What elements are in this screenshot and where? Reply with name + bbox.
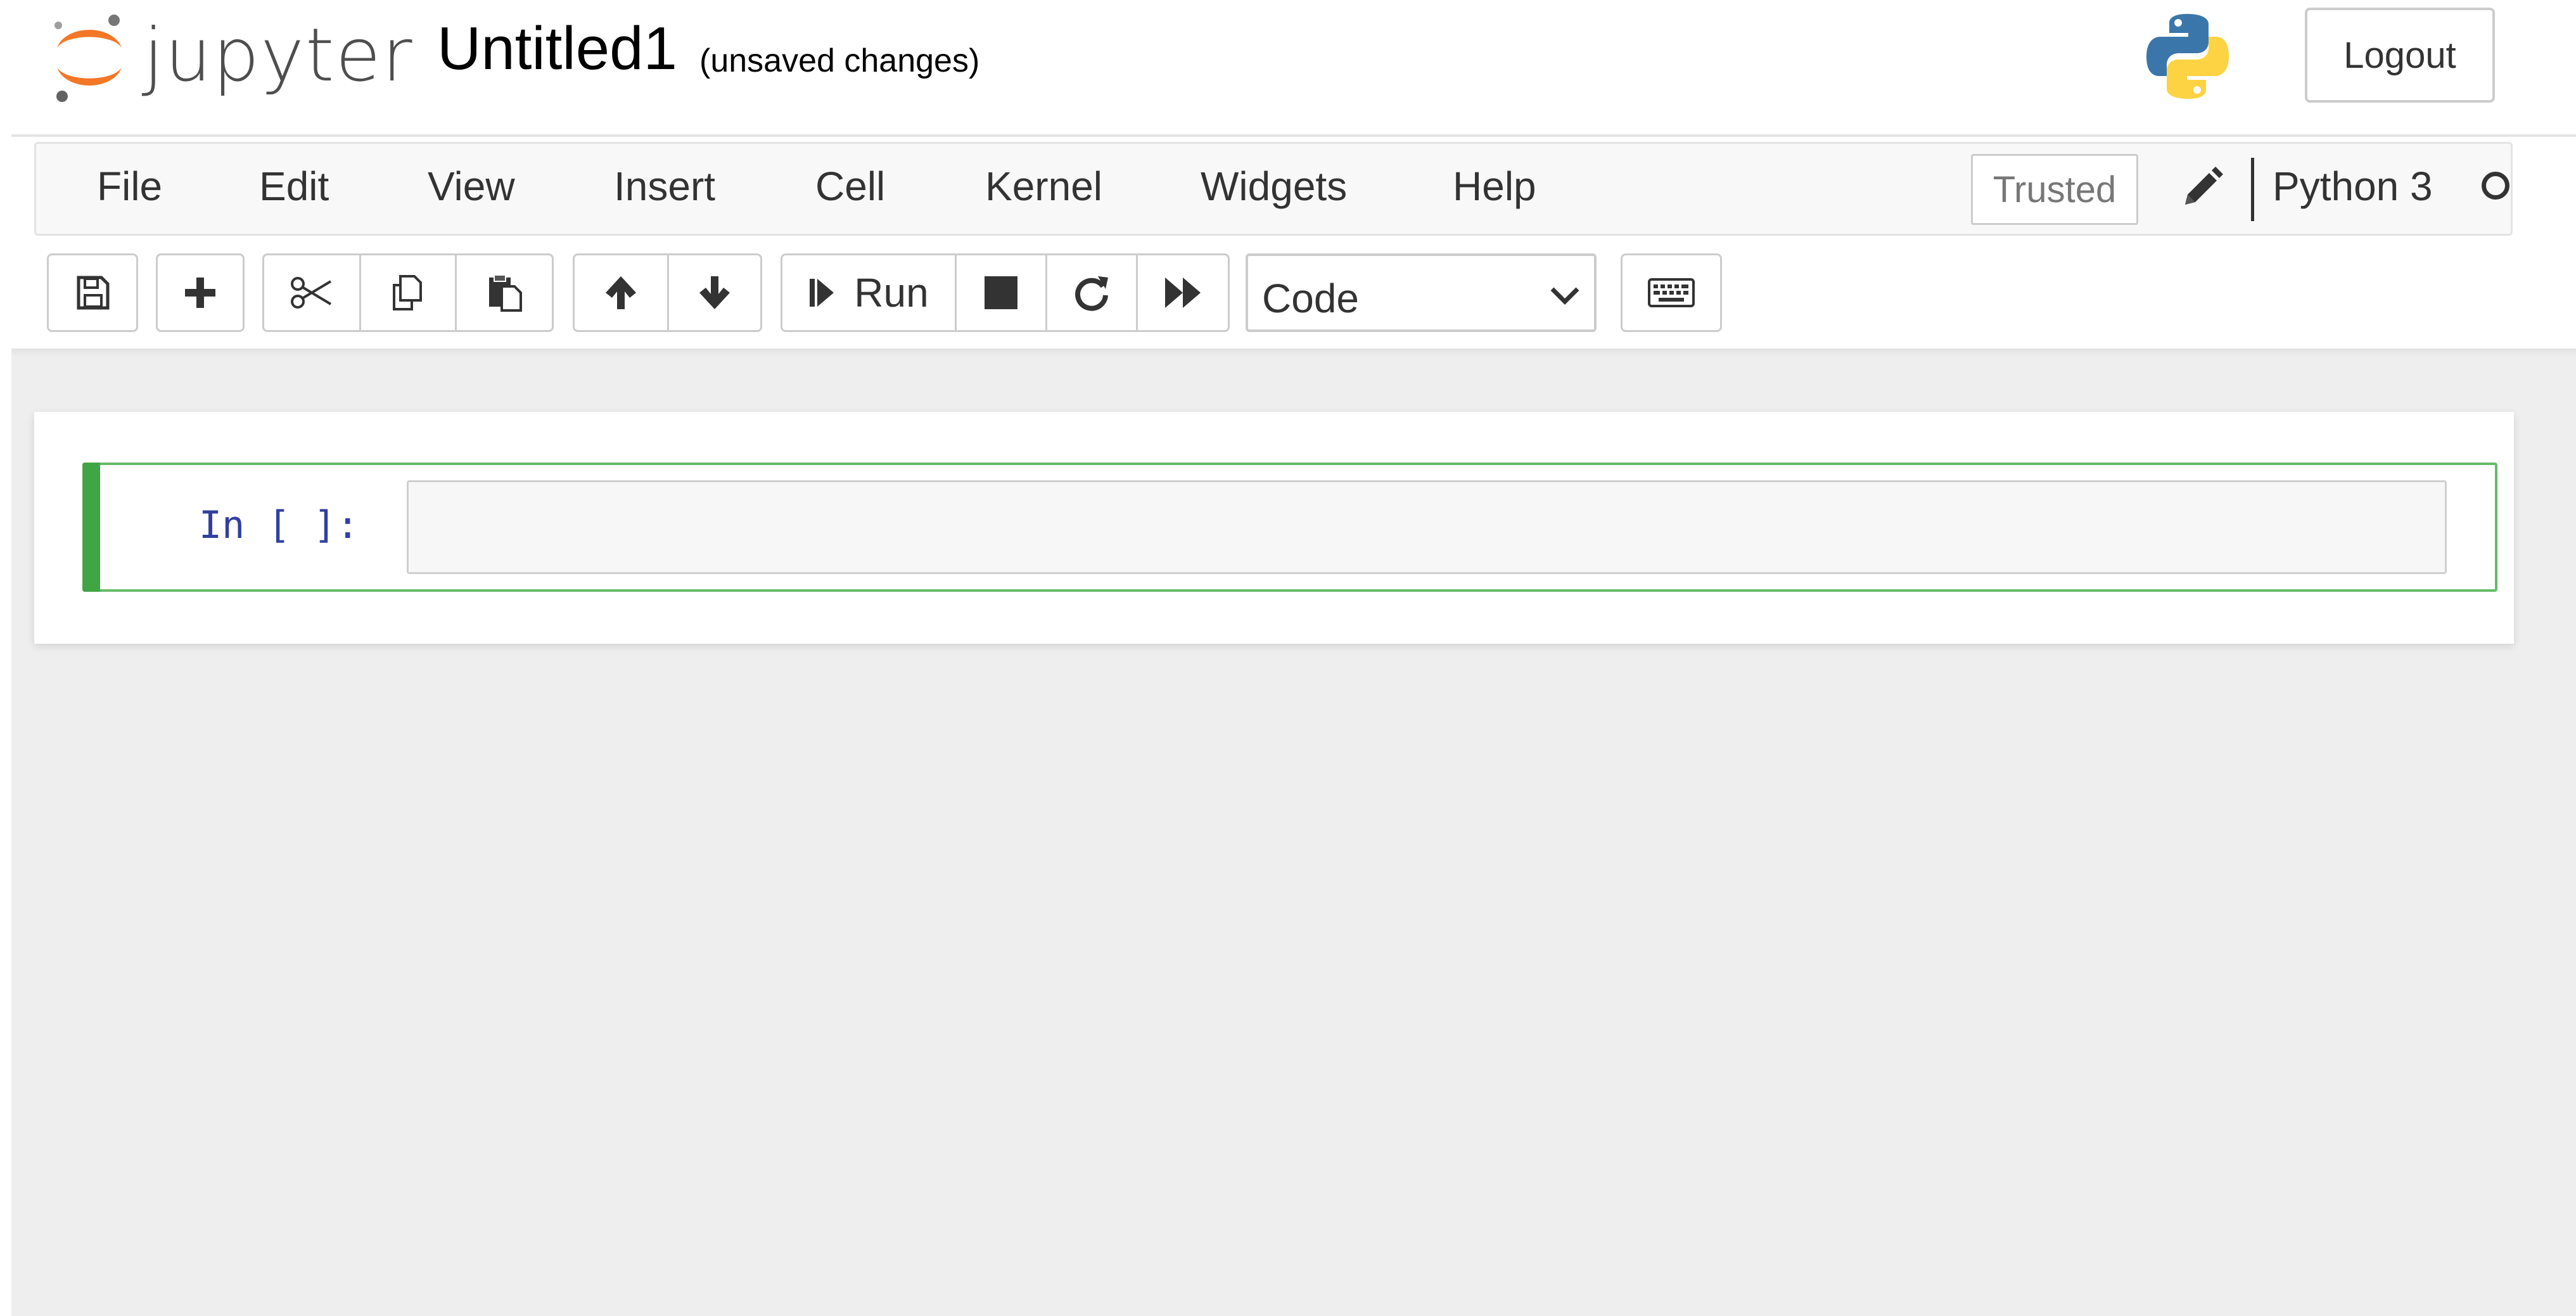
menu-widgets[interactable]: Widgets: [1201, 163, 1347, 210]
step-forward-icon: [810, 279, 834, 307]
paste-icon: [489, 274, 522, 312]
input-prompt: In [ ]:: [199, 503, 359, 547]
toolbar: Run Code: [34, 253, 2562, 332]
logout-button[interactable]: Logout: [2305, 8, 2495, 103]
restart-run-all-button[interactable]: [1136, 253, 1230, 332]
kernel-name[interactable]: Python 3: [2273, 163, 2433, 210]
cell-type-value: Code: [1262, 276, 1359, 321]
run-label: Run: [854, 270, 929, 316]
chevron-down-icon: [1550, 287, 1579, 305]
menu-help[interactable]: Help: [1453, 163, 1536, 210]
move-down-button[interactable]: [667, 253, 762, 332]
menu-file[interactable]: File: [97, 163, 162, 210]
cell-type-select[interactable]: Code: [1246, 253, 1597, 332]
jupyter-notebook-page: jupyter Untitled1 (unsaved changes) Logo…: [0, 0, 2576, 1316]
refresh-icon: [1075, 276, 1108, 311]
copy-icon: [393, 275, 422, 310]
save-icon: [77, 276, 110, 310]
header-shadow: [11, 348, 2576, 357]
left-margin: [0, 0, 11, 1316]
notebook-container: In [ ]:: [34, 412, 2514, 644]
menu-cell[interactable]: Cell: [815, 163, 885, 210]
header: jupyter Untitled1 (unsaved changes) Logo…: [11, 0, 2576, 348]
cut-button[interactable]: [262, 253, 361, 332]
menubar: File Edit View Insert Cell Kernel Widget…: [34, 142, 2513, 236]
menu-kernel[interactable]: Kernel: [985, 163, 1102, 210]
title-row: jupyter Untitled1 (unsaved changes) Logo…: [11, 0, 2576, 134]
save-button[interactable]: [47, 253, 138, 332]
notebook-title[interactable]: Untitled1: [437, 14, 677, 84]
jupyter-logo[interactable]: jupyter: [48, 9, 412, 104]
code-cell[interactable]: In [ ]:: [82, 463, 2497, 592]
pencil-icon[interactable]: [2176, 163, 2227, 214]
header-divider: [11, 134, 2576, 137]
kernel-idle-indicator-icon: [2482, 172, 2509, 200]
arrow-up-icon: [606, 276, 636, 309]
code-input[interactable]: [407, 480, 2447, 574]
keyboard-icon: [1648, 278, 1695, 307]
menu-edit[interactable]: Edit: [259, 163, 329, 210]
move-up-button[interactable]: [573, 253, 669, 332]
jupyter-wordmark: jupyter: [143, 13, 414, 98]
interrupt-kernel-button[interactable]: [955, 253, 1047, 332]
run-button[interactable]: Run: [781, 253, 957, 332]
copy-button[interactable]: [359, 253, 457, 332]
stop-icon: [985, 276, 1017, 309]
fast-forward-icon: [1165, 278, 1201, 308]
command-palette-button[interactable]: [1621, 253, 1722, 332]
insert-cell-below-button[interactable]: [156, 253, 245, 332]
menu-view[interactable]: View: [428, 163, 515, 210]
arrow-down-icon: [699, 276, 730, 309]
kernel-separator: [2251, 158, 2254, 221]
plus-icon: [185, 278, 215, 308]
menu-insert[interactable]: Insert: [614, 163, 715, 210]
trusted-indicator[interactable]: Trusted: [1971, 154, 2138, 225]
save-status: (unsaved changes): [699, 42, 980, 79]
cell-selected-bar: [82, 463, 100, 592]
python-logo-icon: [2140, 9, 2235, 104]
paste-button[interactable]: [455, 253, 554, 332]
scissors-icon: [291, 277, 332, 309]
jupyter-mark-icon: [54, 15, 122, 102]
restart-kernel-button[interactable]: [1045, 253, 1138, 332]
